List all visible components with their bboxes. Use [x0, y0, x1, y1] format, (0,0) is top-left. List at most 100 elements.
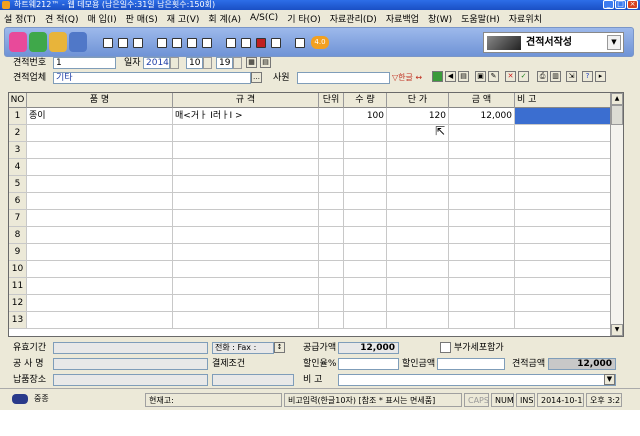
print-icon[interactable]: ⎙ — [537, 71, 548, 82]
cell-note[interactable] — [515, 312, 612, 328]
cell-qty[interactable] — [344, 193, 387, 209]
cell-unit[interactable] — [319, 261, 344, 277]
col-header-name[interactable]: 품 명 — [27, 93, 173, 108]
cell-qty[interactable] — [344, 261, 387, 277]
quote-no-input[interactable]: 1 — [53, 57, 116, 69]
cell-qty[interactable] — [344, 159, 387, 175]
cell-unit[interactable] — [319, 312, 344, 328]
col-header-spec[interactable]: 규 격 — [173, 93, 319, 108]
cell-price[interactable] — [387, 227, 449, 243]
cell-amount[interactable] — [449, 159, 515, 175]
cell-price[interactable] — [387, 244, 449, 260]
staff-input[interactable] — [297, 72, 390, 84]
check-icon[interactable]: ✓ — [518, 71, 529, 82]
discount-rate-input[interactable] — [338, 358, 399, 370]
chevron-down-icon[interactable]: ▼ — [607, 35, 621, 50]
cell-name[interactable] — [27, 244, 173, 260]
excel-icon[interactable] — [432, 71, 443, 82]
menu-help[interactable]: 도움말(H) — [461, 12, 500, 25]
cell-note[interactable] — [515, 193, 612, 209]
cell-note[interactable] — [515, 261, 612, 277]
cell-unit[interactable] — [319, 278, 344, 294]
back-arrow-icon[interactable]: ◀ — [445, 71, 456, 82]
cell-price[interactable] — [387, 295, 449, 311]
menu-accounting[interactable]: 회 계(A) — [208, 12, 241, 25]
cell-unit[interactable] — [319, 227, 344, 243]
table-row[interactable]: 4 — [9, 159, 623, 176]
menu-quote[interactable]: 견 적(Q) — [45, 12, 79, 25]
cell-price[interactable] — [387, 210, 449, 226]
close-button[interactable]: × — [627, 0, 638, 9]
cell-name[interactable] — [27, 142, 173, 158]
cell-amount[interactable] — [449, 193, 515, 209]
cell-spec[interactable] — [173, 244, 319, 260]
cell-spec[interactable] — [173, 159, 319, 175]
scroll-up-icon[interactable]: ▲ — [611, 93, 623, 105]
delivery-input[interactable] — [53, 374, 208, 386]
cell-unit[interactable] — [319, 176, 344, 192]
cell-unit[interactable] — [319, 125, 344, 141]
col-header-price[interactable]: 단 가 — [387, 93, 449, 108]
cell-amount[interactable] — [449, 295, 515, 311]
menu-data-location[interactable]: 자료위치 — [509, 12, 542, 25]
chart-icon[interactable] — [241, 38, 251, 48]
cell-price[interactable]: 120 — [387, 108, 449, 124]
cell-note[interactable] — [515, 227, 612, 243]
cell-name[interactable] — [27, 193, 173, 209]
cell-spec[interactable] — [173, 210, 319, 226]
cell-qty[interactable] — [344, 295, 387, 311]
cell-unit[interactable] — [319, 295, 344, 311]
cell-amount[interactable] — [449, 261, 515, 277]
cell-spec[interactable] — [173, 193, 319, 209]
scroll-thumb[interactable] — [611, 105, 623, 125]
cell-note[interactable] — [515, 108, 612, 124]
table-row[interactable]: 1 종이 매<거ㅏ I러ㅏI > 100 120 12,000 — [9, 108, 623, 125]
cell-spec[interactable] — [173, 176, 319, 192]
col-header-amount[interactable]: 금 액 — [449, 93, 515, 108]
table-row[interactable]: 3 — [9, 142, 623, 159]
cell-unit[interactable] — [319, 193, 344, 209]
cell-name[interactable]: 종이 — [27, 108, 173, 124]
cell-qty[interactable] — [344, 244, 387, 260]
cell-note[interactable] — [515, 142, 612, 158]
cell-note[interactable] — [515, 125, 612, 141]
cell-qty[interactable] — [344, 278, 387, 294]
minimize-button[interactable]: _ — [603, 0, 614, 9]
cell-name[interactable] — [27, 159, 173, 175]
report-icon[interactable] — [187, 38, 197, 48]
cell-amount[interactable] — [449, 125, 515, 141]
cell-note[interactable] — [515, 176, 612, 192]
cell-qty[interactable] — [344, 210, 387, 226]
menu-etc[interactable]: 기 타(O) — [287, 12, 321, 25]
exit-icon[interactable]: ⇲ — [566, 71, 577, 82]
table-row[interactable]: 7 — [9, 210, 623, 227]
cell-amount[interactable] — [449, 244, 515, 260]
phone-fax-toggle[interactable]: ↕ — [274, 342, 285, 353]
month-spinner[interactable] — [203, 57, 212, 69]
cell-name[interactable] — [27, 125, 173, 141]
menu-data-backup[interactable]: 자료백업 — [386, 12, 419, 25]
cell-amount[interactable] — [449, 176, 515, 192]
language-toggle[interactable]: ▽한글 ↔ — [392, 72, 422, 84]
discount-amount-input[interactable] — [437, 358, 505, 370]
cell-qty[interactable]: 100 — [344, 108, 387, 124]
cell-spec[interactable]: 매<거ㅏ I러ㅏI > — [173, 108, 319, 124]
cell-note[interactable] — [515, 295, 612, 311]
calendar-today-icon[interactable]: ▤ — [260, 57, 271, 68]
client-input[interactable]: 기타 — [53, 72, 251, 84]
table-row[interactable]: 6 — [9, 193, 623, 210]
cell-name[interactable] — [27, 278, 173, 294]
table-row[interactable]: 8 — [9, 227, 623, 244]
table-row[interactable]: 12 — [9, 295, 623, 312]
cell-note[interactable] — [515, 244, 612, 260]
settings-icon[interactable] — [9, 32, 27, 52]
client-search-button[interactable]: … — [251, 72, 262, 83]
menu-window[interactable]: 창(W) — [428, 12, 452, 25]
cell-amount[interactable]: 12,000 — [449, 108, 515, 124]
month-input[interactable]: 10 — [186, 57, 203, 69]
cell-qty[interactable] — [344, 312, 387, 328]
cell-note[interactable] — [515, 159, 612, 175]
col-header-unit[interactable]: 단위 — [319, 93, 344, 108]
payment-input[interactable] — [212, 374, 294, 386]
day-spinner[interactable] — [233, 57, 242, 69]
